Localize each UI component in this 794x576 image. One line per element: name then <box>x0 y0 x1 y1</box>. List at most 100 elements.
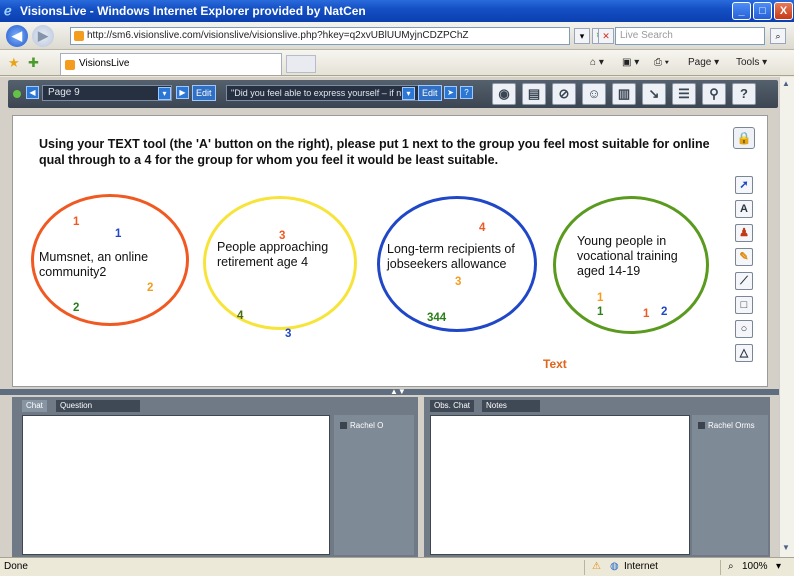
circle-icon[interactable]: ○ <box>735 320 753 338</box>
rank-number: 1 <box>597 292 604 304</box>
scroll-down-icon[interactable]: ▼ <box>782 543 790 552</box>
pencil-icon[interactable]: ✎ <box>735 248 753 266</box>
rank-number: 4 <box>479 222 486 234</box>
status-bar: Done ⚠ ◍ Internet ⌕ 100% ▾ <box>0 557 794 576</box>
triangle-icon[interactable]: △ <box>735 344 753 362</box>
address-dropdown-button[interactable]: ▾ <box>574 28 590 44</box>
pointer-icon[interactable]: ➚ <box>735 176 753 194</box>
tab-obs-chat[interactable]: Obs. Chat <box>430 400 475 412</box>
users-icon[interactable]: ☺ <box>582 83 606 105</box>
window-title-bar: ℯ VisionsLive - Windows Internet Explore… <box>0 0 794 22</box>
rank-number: 1 <box>597 306 604 318</box>
instruction-text: Using your TEXT tool (the 'A' button on … <box>39 137 710 167</box>
chat-area[interactable] <box>22 415 330 555</box>
observer-panel: Obs. Chat Notes Rachel Orms <box>424 397 770 557</box>
observer-user-list: Rachel Orms <box>692 415 768 555</box>
user-list: Rachel O <box>334 415 414 555</box>
prev-page-button[interactable]: ◀ <box>26 86 39 99</box>
tab-chat[interactable]: Chat <box>22 400 47 412</box>
media-icon[interactable]: ▤ <box>522 83 546 105</box>
text-icon[interactable]: A <box>735 200 753 218</box>
stop-icon[interactable]: ✕ <box>598 28 614 44</box>
tab-label: VisionsLive <box>79 58 130 69</box>
obs-chat-area[interactable] <box>430 415 690 555</box>
site-favicon-icon <box>74 31 84 41</box>
group-label-4: Young people in vocational training aged… <box>577 234 678 278</box>
page-menu[interactable]: Page ▾ <box>688 57 719 68</box>
chat-panel: Chat Question Rachel O <box>12 397 418 557</box>
next-page-button[interactable]: ▶ <box>176 86 189 99</box>
new-tab-button[interactable] <box>286 55 316 73</box>
rank-number: 2 <box>661 306 668 318</box>
app-toolbar: ◀ Page 9 ▾ ▶ Edit "Did you feel able to … <box>8 80 778 108</box>
compass-icon[interactable]: ⊘ <box>552 83 576 105</box>
ie-logo-icon: ℯ <box>4 3 12 18</box>
camera-icon[interactable]: ◉ <box>492 83 516 105</box>
maximize-button[interactable]: □ <box>753 2 772 20</box>
splitter-grip-icon: ▲▼ <box>390 387 406 396</box>
help-icon[interactable]: ? <box>460 86 473 99</box>
status-dot-icon <box>13 90 21 98</box>
question-icon[interactable]: ? <box>732 83 756 105</box>
panel-splitter[interactable]: ▲▼ <box>0 387 794 396</box>
rank-number: 344 <box>427 312 447 324</box>
rank-number: 1 <box>643 308 650 320</box>
webcam-icon[interactable]: ⚲ <box>702 83 726 105</box>
tab-favicon-icon <box>65 60 75 70</box>
tools-menu[interactable]: Tools ▾ <box>736 57 767 68</box>
tab-bar: ★ ✚ VisionsLive ⌂ ▾ ▣ ▾ ⎙ ▾ Page ▾ Tools… <box>0 50 794 76</box>
whiteboard[interactable]: Using your TEXT tool (the 'A' button on … <box>12 115 768 387</box>
back-button[interactable]: ◀ <box>6 25 28 47</box>
tab-notes[interactable]: Notes <box>482 400 540 412</box>
text-annotation[interactable]: Text <box>543 357 567 371</box>
close-button[interactable]: X <box>774 2 793 20</box>
page-scrollbar[interactable]: ▲ ▼ <box>779 77 794 557</box>
rank-number: 4 <box>237 310 244 322</box>
zoom-icon[interactable]: ⌕ <box>728 561 734 572</box>
print-icon[interactable]: ⎙ ▾ <box>654 57 669 68</box>
minimize-button[interactable]: _ <box>732 2 751 20</box>
page-select[interactable]: Page 9 <box>42 85 172 101</box>
rank-number: 2 <box>73 302 80 314</box>
zoom-dropdown-icon[interactable]: ▾ <box>776 561 781 572</box>
list-icon[interactable]: ☰ <box>672 83 696 105</box>
question-dropdown-icon[interactable]: ▾ <box>402 87 415 100</box>
search-icon[interactable]: ⌕ <box>770 28 786 44</box>
rank-number: 1 <box>73 216 80 228</box>
security-icon: ⚠ <box>592 561 601 572</box>
link-icon[interactable]: ↘ <box>642 83 666 105</box>
tab-question[interactable]: Question <box>56 400 140 412</box>
stamp-icon[interactable]: ♟ <box>735 224 753 242</box>
line-icon[interactable]: ⟋ <box>735 272 753 290</box>
user-item[interactable]: Rachel Orms <box>698 421 755 430</box>
add-favorite-icon[interactable]: ✚ <box>28 55 39 71</box>
zone-text: Internet <box>624 561 658 572</box>
group-label-1: Mumsnet, an online community2 <box>39 250 149 279</box>
rank-number: 3 <box>455 276 462 288</box>
url-field[interactable]: http://sm6.visionslive.com/visionslive/v… <box>70 27 570 45</box>
user-item[interactable]: Rachel O <box>340 421 383 430</box>
window-title: VisionsLive - Windows Internet Explorer … <box>20 4 366 18</box>
lock-icon[interactable]: 🔒 <box>733 127 755 149</box>
group-label-2: People approaching retirement age 4 <box>217 240 329 269</box>
search-input[interactable]: Live Search <box>615 27 765 45</box>
chart-icon[interactable]: ▥ <box>612 83 636 105</box>
favorites-star-icon[interactable]: ★ <box>8 55 20 71</box>
send-icon[interactable]: ➤ <box>444 86 457 99</box>
globe-icon: ◍ <box>610 561 619 572</box>
rank-number: 3 <box>279 230 286 242</box>
status-text: Done <box>4 561 28 572</box>
group-label-3: Long-term recipients of jobseekers allow… <box>387 242 515 271</box>
rank-number: 2 <box>147 282 154 294</box>
forward-button[interactable]: ▶ <box>32 25 54 47</box>
page-dropdown-icon[interactable]: ▾ <box>158 87 171 100</box>
feeds-icon[interactable]: ▣ ▾ <box>622 57 639 68</box>
edit-question-button[interactable]: Edit <box>418 85 442 101</box>
tab-visionslive[interactable]: VisionsLive <box>60 53 282 75</box>
question-select[interactable]: "Did you feel able to express yourself –… <box>226 85 424 101</box>
edit-page-button[interactable]: Edit <box>192 85 216 101</box>
scroll-up-icon[interactable]: ▲ <box>782 79 790 88</box>
rectangle-icon[interactable]: □ <box>735 296 753 314</box>
zoom-level[interactable]: 100% <box>742 561 768 572</box>
home-icon[interactable]: ⌂ ▾ <box>590 57 604 68</box>
